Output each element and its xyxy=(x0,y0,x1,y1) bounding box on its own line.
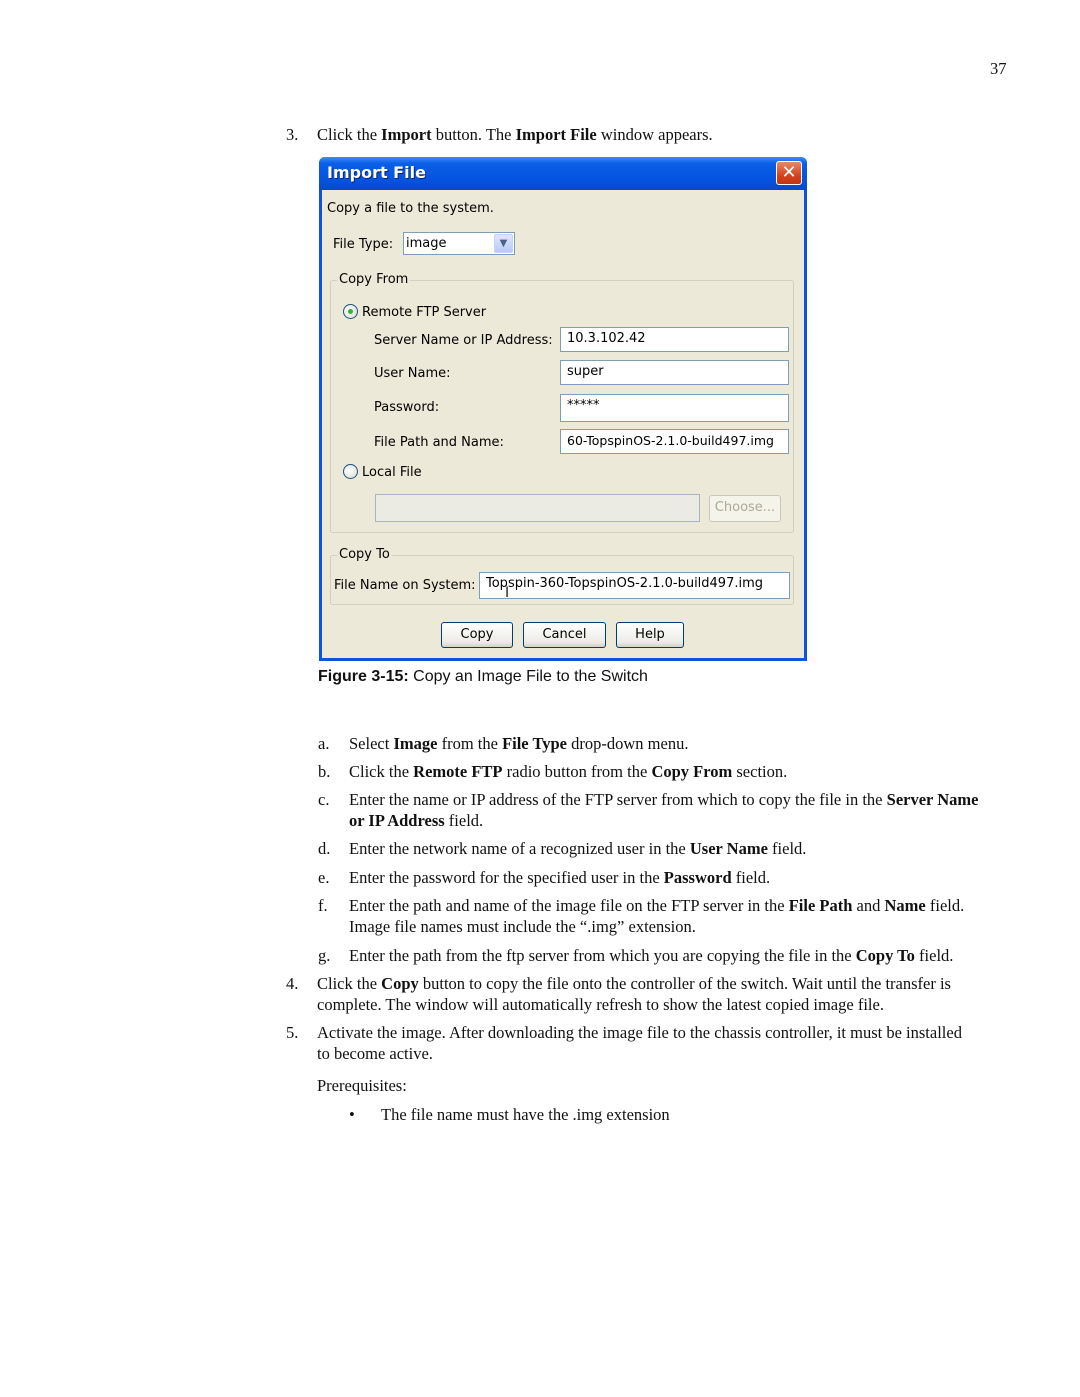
dialog-intro: Copy a file to the system. xyxy=(327,201,494,216)
file-type-value: image xyxy=(406,236,447,251)
step-number: 3. xyxy=(286,125,299,144)
text-cursor-icon: I xyxy=(505,585,510,601)
import-file-dialog: Import File ✕ Copy a file to the system.… xyxy=(319,157,807,661)
remote-ftp-radio[interactable] xyxy=(343,304,358,319)
dialog-title: Import File xyxy=(327,163,426,182)
file-type-label: File Type: xyxy=(333,237,394,252)
choose-button[interactable]: Choose... xyxy=(709,495,781,522)
password-label: Password: xyxy=(374,400,440,415)
file-path-input[interactable]: 60-TopspinOS-2.1.0-build497.img xyxy=(560,429,789,454)
user-name-input[interactable]: super xyxy=(560,360,789,385)
file-name-label: File Name on System: xyxy=(334,578,476,593)
help-button[interactable]: Help xyxy=(616,622,684,648)
copy-to-legend: Copy To xyxy=(337,547,392,562)
local-file-label[interactable]: Local File xyxy=(362,465,422,480)
cancel-button[interactable]: Cancel xyxy=(523,622,606,648)
remote-ftp-label[interactable]: Remote FTP Server xyxy=(362,305,486,320)
server-label: Server Name or IP Address: xyxy=(374,333,553,348)
password-input[interactable]: ***** xyxy=(560,394,789,422)
local-file-input[interactable] xyxy=(375,494,700,522)
close-button[interactable]: ✕ xyxy=(776,161,802,185)
bullet-icon: • xyxy=(349,1105,355,1124)
copy-button[interactable]: Copy xyxy=(441,622,513,648)
close-icon: ✕ xyxy=(781,162,797,183)
file-type-dropdown[interactable]: image ▼ xyxy=(403,232,515,255)
prerequisites-label: Prerequisites: xyxy=(317,1076,407,1095)
local-file-radio[interactable] xyxy=(343,464,358,479)
page-number: 37 xyxy=(990,59,1007,78)
figure-caption: Figure 3-15: Copy an Image File to the S… xyxy=(318,668,648,685)
chevron-down-icon[interactable]: ▼ xyxy=(494,234,513,253)
copy-from-legend: Copy From xyxy=(337,272,411,287)
step-text: Click the Import button. The Import File… xyxy=(317,125,713,144)
file-path-label: File Path and Name: xyxy=(374,435,504,450)
user-name-label: User Name: xyxy=(374,366,451,381)
dialog-titlebar[interactable]: Import File ✕ xyxy=(319,157,807,190)
server-input[interactable]: 10.3.102.42 xyxy=(560,327,789,352)
file-name-input[interactable]: Topspin-360-TopspinOS-2.1.0-build497.img xyxy=(479,572,790,599)
